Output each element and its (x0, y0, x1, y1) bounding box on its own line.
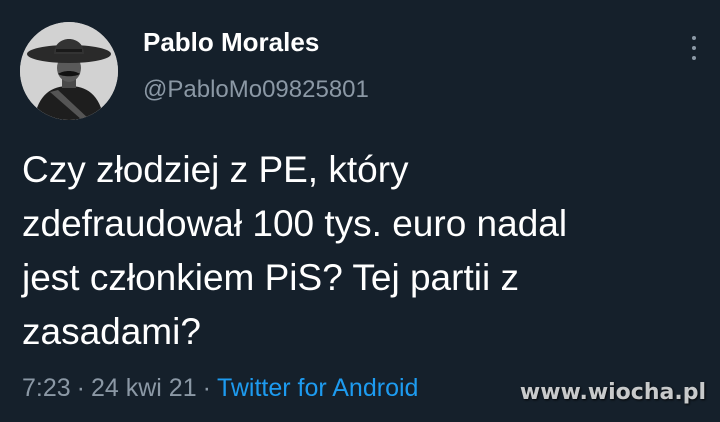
tweet-card: Pablo Morales @PabloMo09825801 Czy złodz… (0, 0, 720, 422)
dot (692, 56, 696, 60)
meta-separator: · (202, 374, 211, 402)
avatar[interactable] (20, 22, 118, 120)
tweet-time[interactable]: 7:23 (22, 374, 71, 402)
more-options-icon[interactable] (686, 30, 702, 66)
author-handle[interactable]: @PabloMo09825801 (143, 76, 369, 104)
tweet-date[interactable]: 24 kwi 21 (91, 374, 197, 402)
source-link[interactable]: Twitter for Android (217, 374, 418, 402)
tweet-meta: 7:23 · 24 kwi 21 · Twitter for Android (22, 374, 418, 403)
sombrero-portrait-icon (20, 22, 118, 120)
tweet-text: Czy złodziej z PE, który zdefraudował 10… (22, 149, 568, 352)
meta-separator: · (76, 374, 85, 402)
author-display-name[interactable]: Pablo Morales (143, 27, 319, 58)
watermark: www.wiocha.pl (519, 380, 706, 405)
dot (692, 46, 696, 50)
dot (692, 36, 696, 40)
